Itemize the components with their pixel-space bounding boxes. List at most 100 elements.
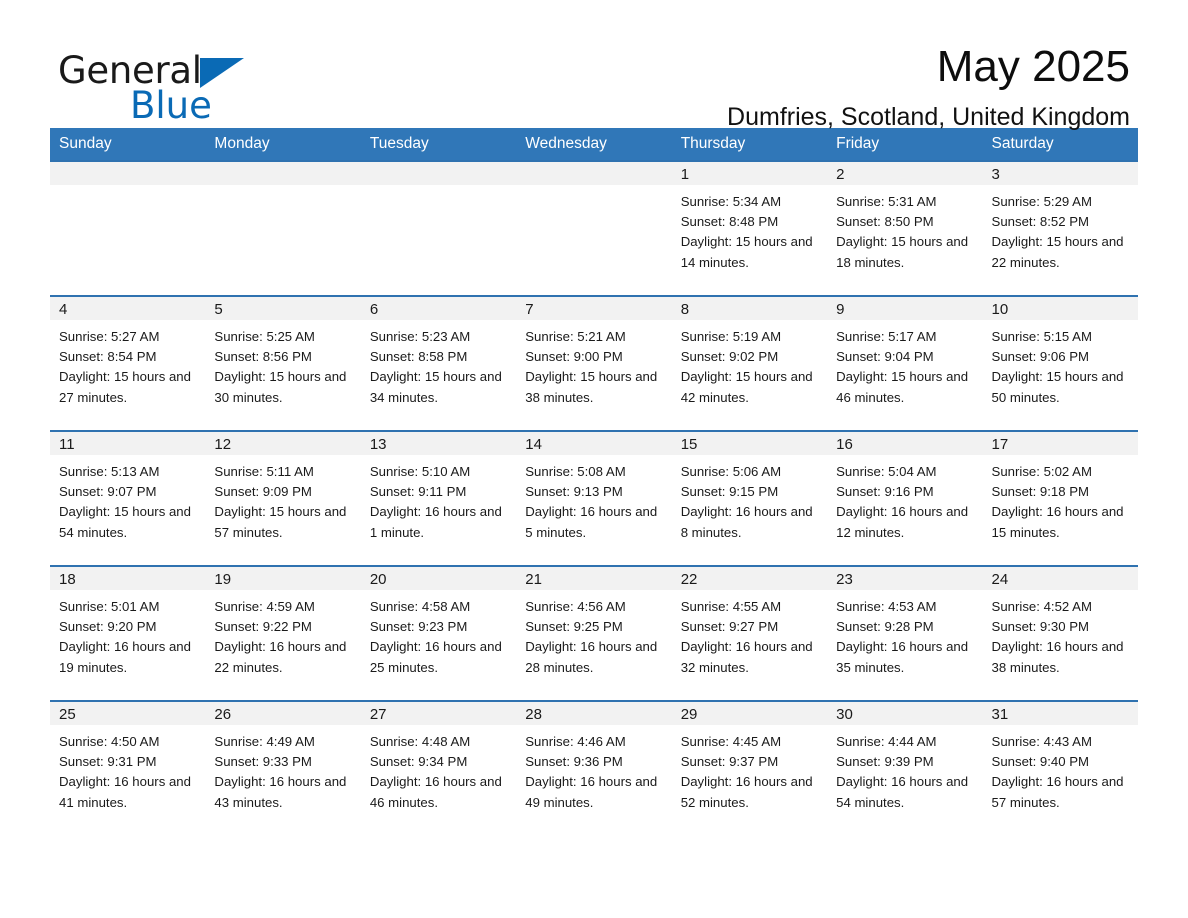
day-details: Sunrise: 5:21 AM Sunset: 9:00 PM Daylight:… bbox=[516, 320, 672, 430]
day-number: 26 bbox=[205, 702, 361, 725]
day-cell-inner: 3 Sunrise: 5:29 AM Sunset: 8:52 PM Daylight… bbox=[982, 162, 1138, 295]
calendar-day-cell[interactable]: 7 Sunrise: 5:21 AM Sunset: 9:00 PM Daylight… bbox=[516, 295, 672, 431]
sunset-text: Sunset: 9:25 PM bbox=[525, 619, 623, 635]
sunset-text: Sunset: 9:13 PM bbox=[525, 484, 623, 500]
sunrise-text: Sunrise: 5:10 AM bbox=[369, 464, 471, 479]
daylight-text: Daylight: 16 hours and 35 minutes. bbox=[836, 639, 969, 675]
calendar-day-cell[interactable]: 20 Sunrise: 4:58 AM Sunset: 9:23 PM Dayligh… bbox=[360, 565, 517, 701]
day-number: 28 bbox=[516, 702, 672, 725]
calendar-day-cell[interactable]: 16 Sunrise: 5:04 AM Sunset: 9:16 PM Dayligh… bbox=[827, 430, 983, 566]
sunset-text: Sunset: 9:22 PM bbox=[214, 619, 312, 635]
day-cell-inner: 18 Sunrise: 5:01 AM Sunset: 9:20 PM Dayligh… bbox=[50, 567, 206, 700]
day-details: Sunrise: 5:08 AM Sunset: 9:13 PM Daylight:… bbox=[516, 455, 672, 565]
sunset-text: Sunset: 9:04 PM bbox=[836, 349, 934, 365]
calendar-day-cell[interactable]: 6 Sunrise: 5:23 AM Sunset: 8:58 PM Daylight… bbox=[360, 295, 517, 431]
sunrise-text: Sunrise: 5:01 AM bbox=[59, 599, 160, 614]
daylight-text: Daylight: 16 hours and 41 minutes. bbox=[59, 774, 191, 810]
calendar-day-cell[interactable]: 13 Sunrise: 5:10 AM Sunset: 9:11 PM Dayligh… bbox=[360, 430, 517, 566]
day-number: 27 bbox=[360, 702, 517, 725]
calendar-day-cell[interactable]: 1 Sunrise: 5:34 AM Sunset: 8:48 PM Daylight… bbox=[671, 160, 828, 296]
calendar-day-cell[interactable]: 3 Sunrise: 5:29 AM Sunset: 8:52 PM Daylight… bbox=[982, 160, 1138, 296]
day-number: 2 bbox=[827, 162, 983, 185]
day-details bbox=[360, 185, 517, 295]
day-number: 18 bbox=[50, 567, 206, 590]
day-cell-inner: 13 Sunrise: 5:10 AM Sunset: 9:11 PM Dayligh… bbox=[360, 432, 517, 565]
day-cell-inner: 12 Sunrise: 5:11 AM Sunset: 9:09 PM Dayligh… bbox=[205, 432, 361, 565]
calendar-body: 1 Sunrise: 5:34 AM Sunset: 8:48 PM Daylight… bbox=[50, 160, 1138, 835]
day-cell-inner bbox=[516, 162, 672, 295]
sunrise-text: Sunrise: 5:02 AM bbox=[991, 464, 1092, 479]
day-number: 15 bbox=[671, 432, 828, 455]
day-number: 20 bbox=[360, 567, 517, 590]
day-number: 23 bbox=[827, 567, 983, 590]
calendar-day-cell[interactable]: 5 Sunrise: 5:25 AM Sunset: 8:56 PM Daylight… bbox=[205, 295, 361, 431]
calendar-day-cell[interactable]: 17 Sunrise: 5:02 AM Sunset: 9:18 PM Dayligh… bbox=[982, 430, 1138, 566]
calendar-day-cell[interactable]: 12 Sunrise: 5:11 AM Sunset: 9:09 PM Dayligh… bbox=[205, 430, 361, 566]
day-cell-inner: 30 Sunrise: 4:44 AM Sunset: 9:39 PM Dayligh… bbox=[827, 702, 983, 835]
calendar-day-cell bbox=[50, 160, 206, 296]
calendar-day-cell[interactable]: 4 Sunrise: 5:27 AM Sunset: 8:54 PM Daylight… bbox=[50, 295, 206, 431]
sunset-text: Sunset: 8:50 PM bbox=[836, 214, 934, 230]
day-details: Sunrise: 4:58 AM Sunset: 9:23 PM Daylight:… bbox=[360, 590, 517, 700]
weekday-header-monday: Monday bbox=[205, 128, 361, 161]
daylight-text: Daylight: 15 hours and 34 minutes. bbox=[369, 369, 502, 405]
calendar-day-cell[interactable]: 29 Sunrise: 4:45 AM Sunset: 9:37 PM Dayligh… bbox=[671, 700, 828, 835]
day-details: Sunrise: 5:34 AM Sunset: 8:48 PM Daylight:… bbox=[671, 185, 828, 295]
calendar-day-cell[interactable]: 24 Sunrise: 4:52 AM Sunset: 9:30 PM Dayligh… bbox=[982, 565, 1138, 701]
day-details: Sunrise: 4:52 AM Sunset: 9:30 PM Daylight:… bbox=[982, 590, 1138, 700]
daylight-text: Daylight: 16 hours and 38 minutes. bbox=[991, 639, 1124, 675]
calendar-day-cell[interactable]: 28 Sunrise: 4:46 AM Sunset: 9:36 PM Dayligh… bbox=[516, 700, 672, 835]
daylight-text: Daylight: 16 hours and 25 minutes. bbox=[369, 639, 502, 675]
day-cell-inner: 31 Sunrise: 4:43 AM Sunset: 9:40 PM Dayligh… bbox=[982, 702, 1138, 835]
day-number: 17 bbox=[982, 432, 1138, 455]
sunset-text: Sunset: 9:40 PM bbox=[991, 754, 1090, 770]
calendar-day-cell[interactable]: 14 Sunrise: 5:08 AM Sunset: 9:13 PM Dayligh… bbox=[516, 430, 672, 566]
weekday-header-tuesday: Tuesday bbox=[360, 128, 517, 161]
calendar-day-cell[interactable]: 19 Sunrise: 4:59 AM Sunset: 9:22 PM Dayligh… bbox=[205, 565, 361, 701]
calendar-day-cell[interactable]: 22 Sunrise: 4:55 AM Sunset: 9:27 PM Dayligh… bbox=[671, 565, 828, 701]
day-number: 12 bbox=[205, 432, 361, 455]
daylight-text: Daylight: 16 hours and 8 minutes. bbox=[680, 504, 813, 540]
calendar-day-cell[interactable]: 26 Sunrise: 4:49 AM Sunset: 9:33 PM Dayligh… bbox=[205, 700, 361, 835]
calendar-week-row: 11 Sunrise: 5:13 AM Sunset: 9:07 PM Dayligh… bbox=[50, 430, 1138, 566]
calendar-day-cell[interactable]: 27 Sunrise: 4:48 AM Sunset: 9:34 PM Dayligh… bbox=[360, 700, 517, 835]
daylight-text: Daylight: 16 hours and 1 minute. bbox=[369, 504, 502, 540]
calendar-day-cell[interactable]: 15 Sunrise: 5:06 AM Sunset: 9:15 PM Dayligh… bbox=[671, 430, 828, 566]
calendar-day-cell[interactable]: 21 Sunrise: 4:56 AM Sunset: 9:25 PM Dayligh… bbox=[516, 565, 672, 701]
sunrise-text: Sunrise: 4:48 AM bbox=[369, 734, 471, 749]
sunrise-text: Sunrise: 5:06 AM bbox=[680, 464, 782, 479]
daylight-text: Daylight: 15 hours and 14 minutes. bbox=[680, 234, 813, 270]
calendar-day-cell[interactable]: 18 Sunrise: 5:01 AM Sunset: 9:20 PM Dayligh… bbox=[50, 565, 206, 701]
day-details: Sunrise: 4:49 AM Sunset: 9:33 PM Daylight:… bbox=[205, 725, 361, 835]
sunrise-text: Sunrise: 4:52 AM bbox=[991, 599, 1092, 614]
day-number: 14 bbox=[516, 432, 672, 455]
day-cell-inner bbox=[360, 162, 517, 295]
day-cell-inner: 29 Sunrise: 4:45 AM Sunset: 9:37 PM Dayligh… bbox=[671, 702, 828, 835]
weekday-header-wednesday: Wednesday bbox=[516, 128, 672, 161]
sunset-text: Sunset: 9:27 PM bbox=[680, 619, 779, 635]
day-number bbox=[516, 162, 672, 185]
calendar-page: General Blue May 2025 Dumfries, Scotland… bbox=[0, 0, 1188, 918]
calendar-day-cell[interactable]: 8 Sunrise: 5:19 AM Sunset: 9:02 PM Daylight… bbox=[671, 295, 828, 431]
day-number: 6 bbox=[360, 297, 517, 320]
weekday-header-sunday: Sunday bbox=[50, 128, 206, 161]
calendar-day-cell[interactable]: 25 Sunrise: 4:50 AM Sunset: 9:31 PM Dayligh… bbox=[50, 700, 206, 835]
day-details: Sunrise: 4:53 AM Sunset: 9:28 PM Daylight:… bbox=[827, 590, 983, 700]
calendar-day-cell[interactable]: 9 Sunrise: 5:17 AM Sunset: 9:04 PM Daylight… bbox=[827, 295, 983, 431]
calendar-day-cell[interactable]: 23 Sunrise: 4:53 AM Sunset: 9:28 PM Dayligh… bbox=[827, 565, 983, 701]
day-cell-inner: 22 Sunrise: 4:55 AM Sunset: 9:27 PM Dayligh… bbox=[671, 567, 828, 700]
day-details: Sunrise: 5:25 AM Sunset: 8:56 PM Daylight:… bbox=[205, 320, 361, 430]
weekday-header-friday: Friday bbox=[827, 128, 983, 161]
daylight-text: Daylight: 16 hours and 15 minutes. bbox=[991, 504, 1124, 540]
sunset-text: Sunset: 9:37 PM bbox=[680, 754, 779, 770]
page-title: May 2025 bbox=[936, 42, 1130, 91]
calendar-day-cell[interactable]: 10 Sunrise: 5:15 AM Sunset: 9:06 PM Dayligh… bbox=[982, 295, 1138, 431]
calendar-day-cell[interactable]: 2 Sunrise: 5:31 AM Sunset: 8:50 PM Daylight… bbox=[827, 160, 983, 296]
sunrise-text: Sunrise: 4:56 AM bbox=[525, 599, 626, 614]
calendar-day-cell[interactable]: 11 Sunrise: 5:13 AM Sunset: 9:07 PM Dayligh… bbox=[50, 430, 206, 566]
calendar-day-cell bbox=[360, 160, 517, 296]
calendar-day-cell[interactable]: 31 Sunrise: 4:43 AM Sunset: 9:40 PM Dayligh… bbox=[982, 700, 1138, 835]
daylight-text: Daylight: 15 hours and 27 minutes. bbox=[59, 369, 191, 405]
calendar-day-cell[interactable]: 30 Sunrise: 4:44 AM Sunset: 9:39 PM Dayligh… bbox=[827, 700, 983, 835]
sunset-text: Sunset: 9:30 PM bbox=[991, 619, 1090, 635]
